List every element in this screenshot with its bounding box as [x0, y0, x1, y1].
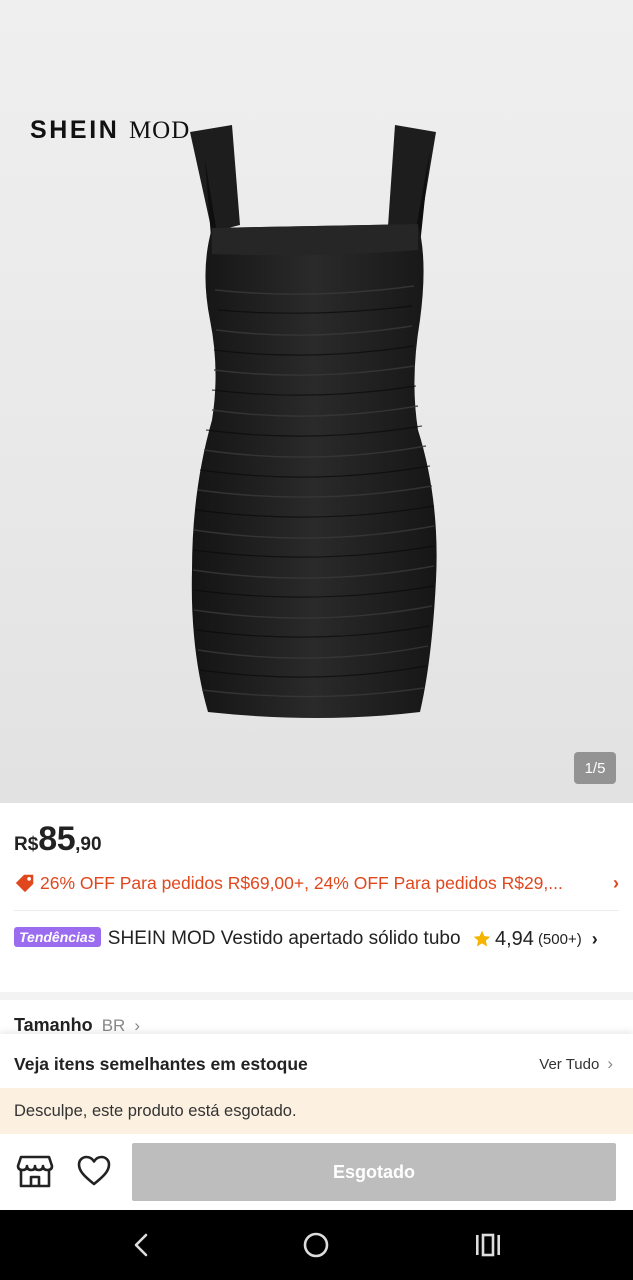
soldout-message: Desculpe, este produto está esgotado.: [14, 1101, 297, 1120]
size-label: Tamanho: [14, 1015, 93, 1035]
rating-summary[interactable]: 4,94 (500+) ›: [472, 926, 598, 952]
image-page-indicator: 1/5: [574, 752, 616, 784]
chevron-right-icon: ›: [134, 1016, 140, 1035]
promo-text: 26% OFF Para pedidos R$69,00+, 24% OFF P…: [40, 872, 563, 893]
similar-items-panel: Veja itens semelhantes em estoque Ver Tu…: [0, 1034, 633, 1088]
chevron-right-icon: ›: [591, 928, 598, 949]
rating-score: 4,94: [495, 927, 534, 950]
chevron-right-icon: ›: [607, 1054, 613, 1073]
view-all-link[interactable]: Ver Tudo ›: [539, 1054, 613, 1074]
trend-badge: Tendências: [14, 927, 101, 947]
product-photo-dress: [190, 125, 437, 718]
price-currency: R$: [14, 834, 39, 855]
system-navigation-bar: [0, 1210, 633, 1280]
soldout-banner: Desculpe, este produto está esgotado.: [0, 1088, 633, 1134]
store-icon[interactable]: [16, 1153, 54, 1189]
chevron-right-icon: ›: [613, 872, 619, 893]
promo-banner[interactable]: 26% OFF Para pedidos R$69,00+, 24% OFF P…: [14, 870, 619, 896]
price-integer: 85: [38, 820, 76, 858]
bottom-action-bar: Esgotado: [0, 1134, 633, 1210]
soldout-button[interactable]: Esgotado: [132, 1143, 616, 1201]
price-decimals: ,90: [75, 834, 102, 855]
size-system[interactable]: BR: [102, 1016, 126, 1035]
rating-count: (500+): [537, 930, 582, 948]
heart-icon[interactable]: [76, 1153, 112, 1189]
similar-items-title: Veja itens semelhantes em estoque: [14, 1054, 308, 1074]
section-separator: [0, 992, 633, 1000]
view-all-label: Ver Tudo: [539, 1055, 600, 1073]
tag-icon: [15, 874, 34, 893]
home-icon[interactable]: [276, 1210, 356, 1280]
star-icon: [473, 930, 491, 947]
divider: [14, 910, 619, 911]
product-title: SHEIN MOD Vestido apertado sólido tubo: [107, 928, 461, 949]
size-selector[interactable]: Tamanho BR ›: [14, 1015, 140, 1036]
product-image-gallery[interactable]: SHEIN MOD 1/5: [0, 0, 633, 803]
product-price: R$85,90: [14, 820, 102, 859]
product-title-block: Tendências SHEIN MOD Vestido apertado só…: [14, 926, 464, 952]
recents-icon[interactable]: [448, 1210, 528, 1280]
back-icon[interactable]: [102, 1210, 182, 1280]
